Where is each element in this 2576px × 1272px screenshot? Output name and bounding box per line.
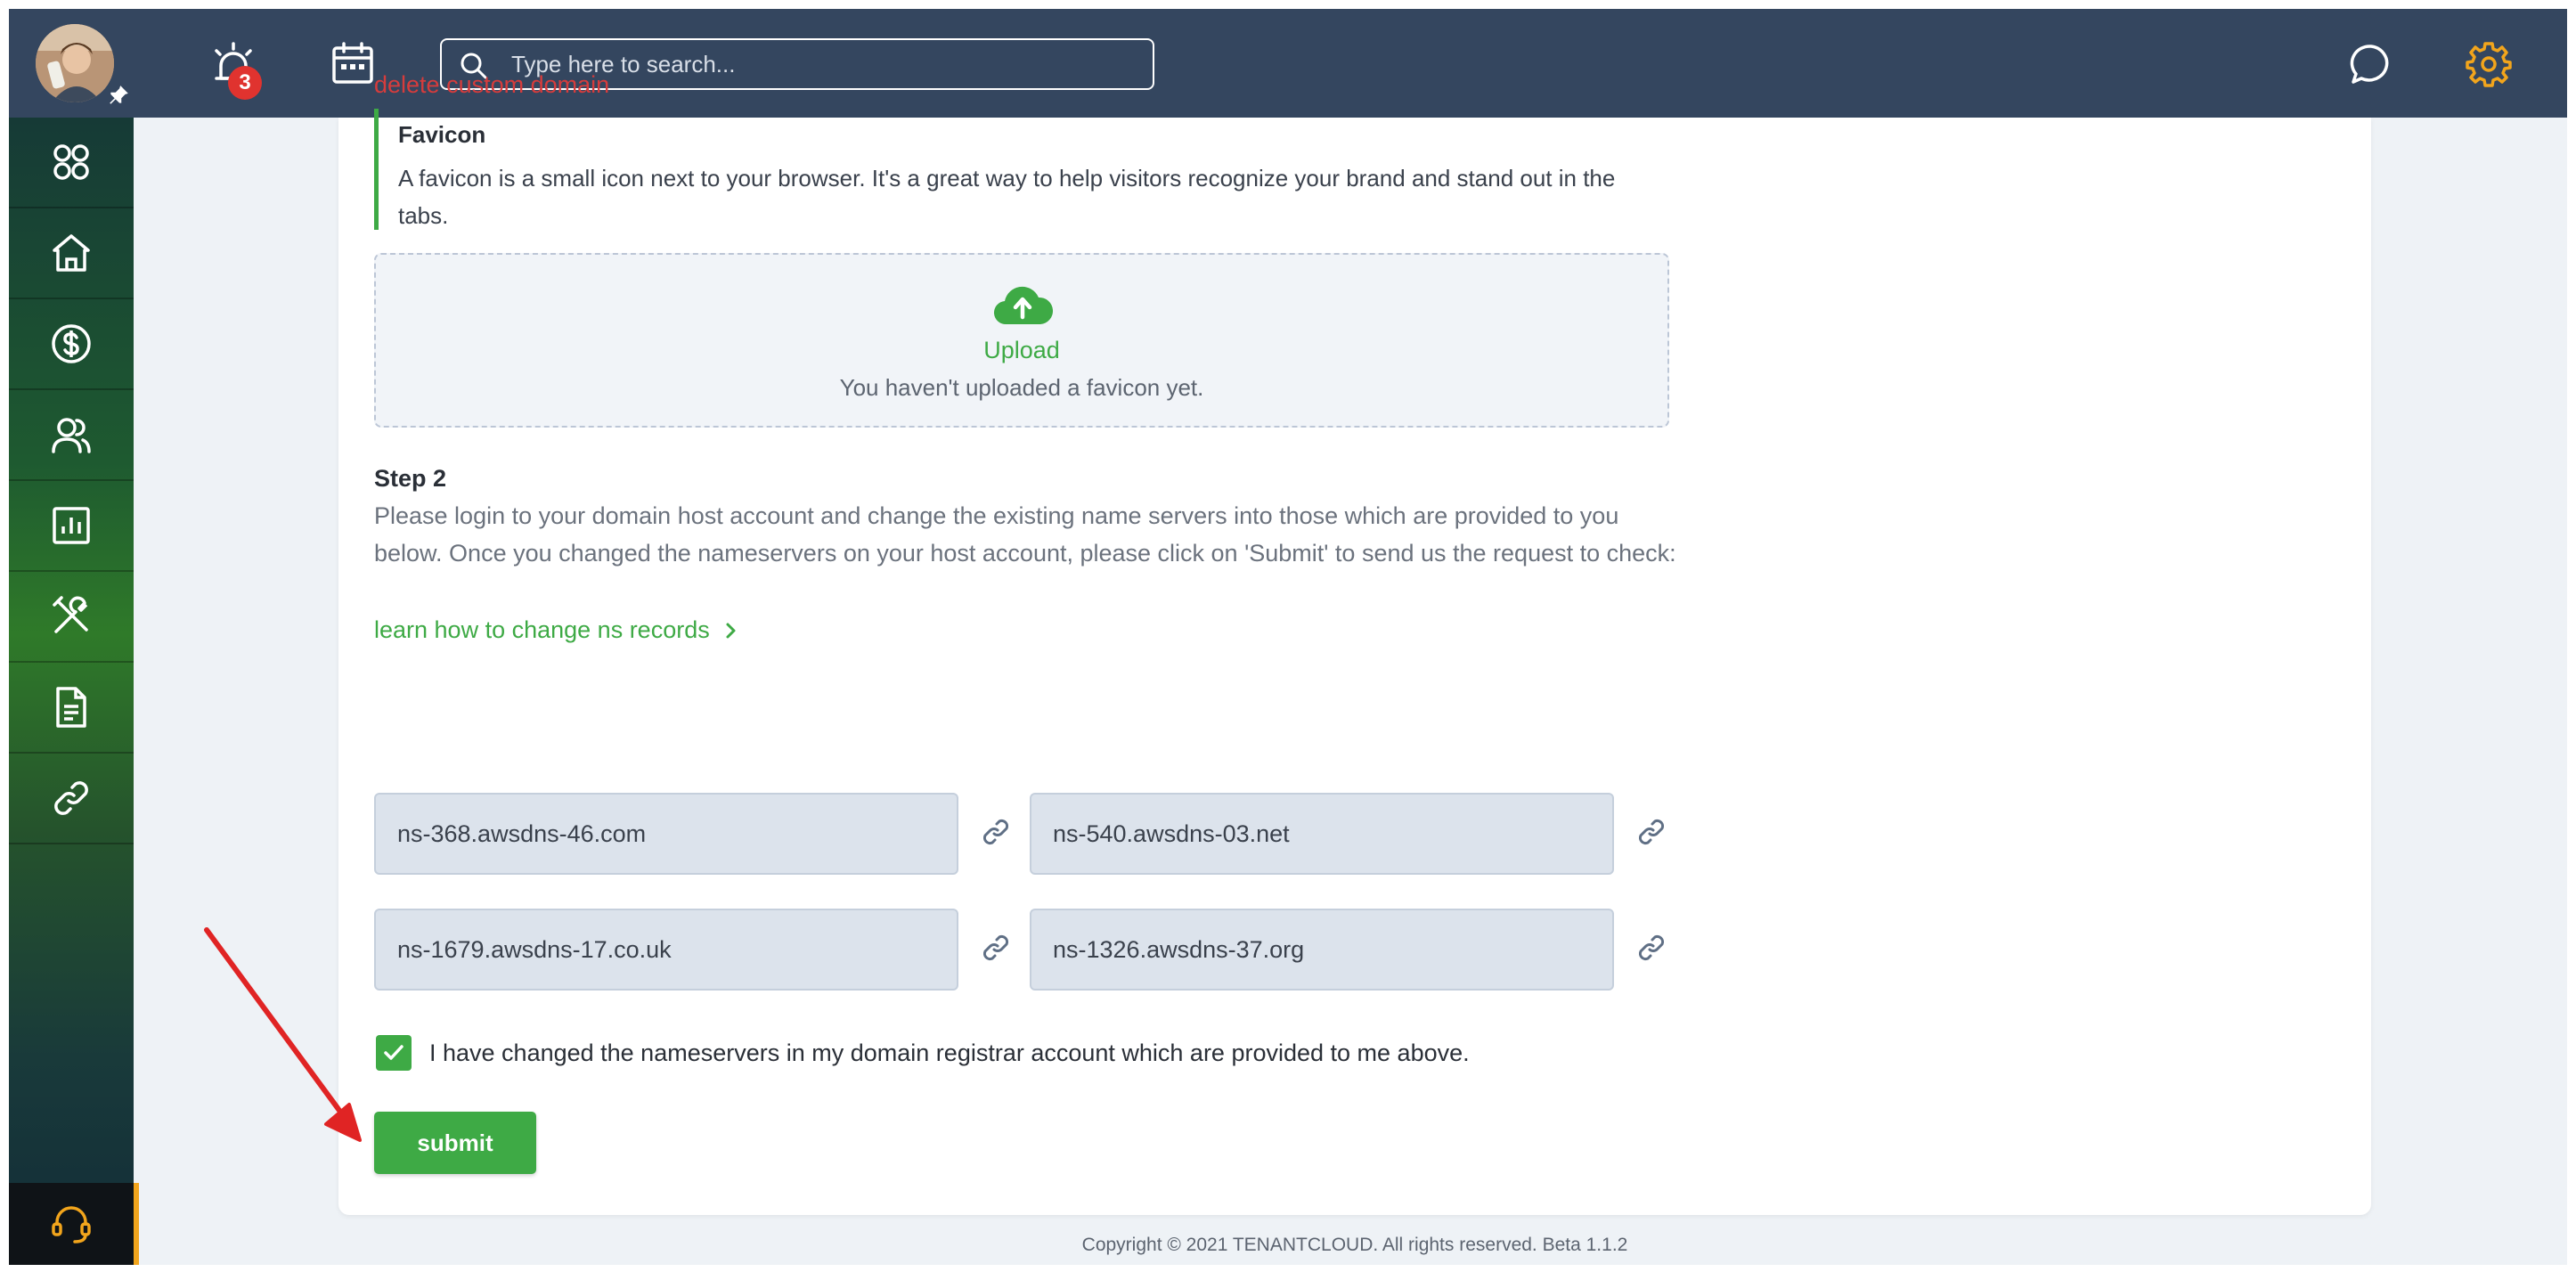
headset-icon: [52, 1206, 91, 1243]
step2-instructions: Please login to your domain host account…: [374, 502, 1676, 567]
sidebar-item-home[interactable]: [9, 208, 134, 299]
tools-icon: [53, 596, 88, 633]
favicon-description: A favicon is a small icon next to your b…: [398, 165, 1616, 229]
support-button[interactable]: [9, 1183, 139, 1265]
app-window: 3 Type here to search... delete custom d…: [9, 9, 2567, 1265]
avatar[interactable]: [36, 24, 114, 102]
copy-link-icon[interactable]: [1634, 930, 1669, 966]
nameserver-field[interactable]: ns-1679.awsdns-17.co.uk: [374, 909, 958, 991]
delete-custom-domain-link[interactable]: delete custom domain: [374, 71, 609, 99]
nameservers-confirmation[interactable]: I have changed the nameservers in my dom…: [376, 1035, 1470, 1071]
copy-link-icon[interactable]: [978, 814, 1014, 850]
reports-chart-icon: [53, 507, 90, 544]
sidebar-item-accounting[interactable]: [9, 299, 134, 390]
home-icon: [53, 234, 90, 272]
favicon-info: Favicon A favicon is a small icon next t…: [374, 109, 1666, 230]
sidebar-item-reports[interactable]: [9, 481, 134, 572]
dollar-icon: [52, 324, 91, 363]
confirmation-checkbox[interactable]: [376, 1035, 412, 1071]
chat-icon[interactable]: [2346, 39, 2396, 89]
pin-icon[interactable]: [107, 84, 130, 107]
nameserver-field[interactable]: ns-1326.awsdns-37.org: [1030, 909, 1614, 991]
learn-ns-records-label: learn how to change ns records: [374, 616, 710, 643]
step2-title: Step 2: [374, 465, 447, 492]
calendar-icon[interactable]: [328, 39, 378, 89]
link-icon: [54, 781, 88, 815]
copy-link-icon[interactable]: [978, 930, 1014, 966]
cloud-upload-icon: [994, 286, 1053, 325]
sidebar-item-apps[interactable]: [9, 118, 134, 208]
nameserver-field[interactable]: ns-368.awsdns-46.com: [374, 793, 958, 875]
upload-status: You haven't uploaded a favicon yet.: [839, 374, 1204, 401]
users-icon: [52, 418, 91, 453]
favicon-upload-dropzone[interactable]: Upload You haven't uploaded a favicon ye…: [374, 253, 1669, 428]
document-icon: [56, 687, 86, 728]
sidebar-item-documents[interactable]: [9, 663, 134, 754]
learn-ns-records-link[interactable]: learn how to change ns records: [374, 616, 740, 644]
chevron-right-icon: [726, 623, 736, 638]
footer-copyright: Copyright © 2021 TENANTCLOUD. All rights…: [1081, 1235, 1628, 1255]
submit-button[interactable]: submit: [374, 1112, 536, 1174]
sidebar-item-maintenance[interactable]: [9, 572, 134, 663]
apps-grid-icon: [53, 144, 89, 180]
checkmark-icon: [384, 1045, 404, 1060]
sidebar-item-links[interactable]: [9, 754, 134, 844]
gear-icon[interactable]: [2464, 39, 2514, 89]
nameserver-field[interactable]: ns-540.awsdns-03.net: [1030, 793, 1614, 875]
sidebar: [9, 118, 139, 1265]
upload-label[interactable]: Upload: [376, 337, 1667, 364]
top-bar: 3: [9, 9, 2567, 118]
confirmation-label: I have changed the nameservers in my dom…: [429, 1039, 1470, 1066]
copy-link-icon[interactable]: [1634, 814, 1669, 850]
favicon-title: Favicon: [398, 121, 486, 148]
notification-badge: 3: [228, 66, 262, 100]
sidebar-item-users[interactable]: [9, 390, 134, 481]
